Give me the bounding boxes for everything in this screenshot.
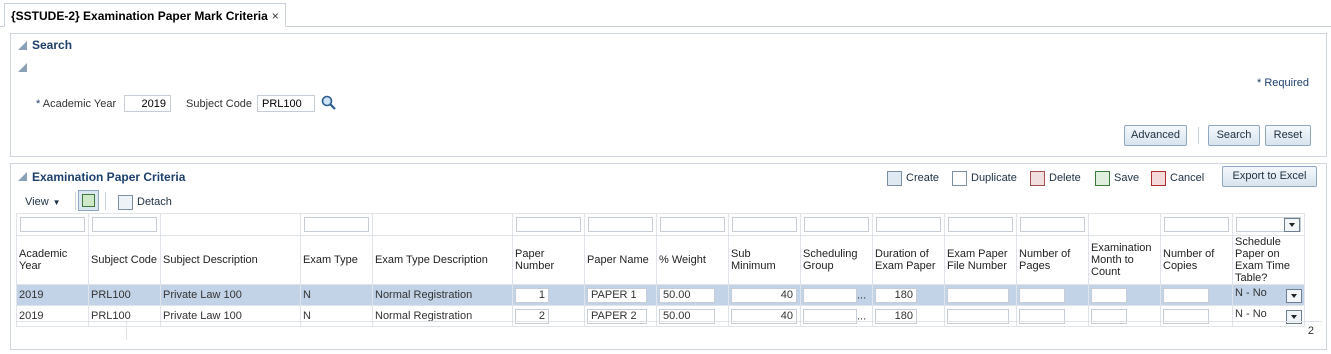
- column-header[interactable]: Academic Year: [16, 235, 89, 285]
- filter-icon: [82, 194, 95, 207]
- criteria-table: Academic Year Subject Code Subject Descr…: [16, 213, 1305, 327]
- filter-select[interactable]: [1236, 217, 1301, 232]
- paper-number-input[interactable]: 1: [515, 287, 549, 303]
- query-by-example-toggle[interactable]: [78, 190, 99, 211]
- save-icon: [1095, 170, 1110, 186]
- filter-input[interactable]: [660, 217, 725, 232]
- view-menu[interactable]: View ▼: [25, 193, 61, 211]
- filter-input[interactable]: [732, 217, 797, 232]
- column-header[interactable]: Schedule Paper on Exam Time Table?: [1232, 235, 1305, 285]
- file-number-input[interactable]: [947, 287, 1009, 303]
- chevron-down-icon: [1284, 218, 1300, 232]
- search-icon[interactable]: [321, 95, 336, 110]
- expand-icon[interactable]: [18, 63, 27, 72]
- button-divider: [1198, 127, 1199, 144]
- detach-icon: [118, 194, 133, 210]
- create-button[interactable]: Create: [887, 169, 939, 187]
- collapse-icon[interactable]: [18, 172, 27, 181]
- sub-minimum-input[interactable]: 40: [731, 287, 797, 303]
- required-note: * Required: [1257, 77, 1309, 89]
- search-panel: Search * Required * Academic Year 2019 S…: [10, 33, 1327, 157]
- column-header[interactable]: Subject Code: [88, 235, 161, 285]
- subject-code-input[interactable]: PRL100: [257, 95, 315, 112]
- column-header[interactable]: Subject Description: [160, 235, 301, 285]
- duration-input[interactable]: 180: [875, 287, 917, 303]
- duplicate-icon: [952, 170, 967, 186]
- collapse-icon[interactable]: [18, 41, 27, 50]
- grid-title: Examination Paper Criteria: [32, 170, 186, 184]
- academic-year-input[interactable]: 2019: [124, 95, 171, 112]
- column-header[interactable]: % Weight: [656, 235, 729, 285]
- duplicate-button[interactable]: Duplicate: [952, 169, 1017, 187]
- subject-description-cell: Private Law 100: [160, 284, 301, 306]
- column-header[interactable]: Scheduling Group: [800, 235, 873, 285]
- cancel-icon: [1151, 170, 1166, 186]
- delete-button[interactable]: Delete: [1030, 169, 1081, 187]
- month-to-count-input[interactable]: [1091, 287, 1127, 303]
- scheduling-group-lookup[interactable]: ...: [857, 289, 866, 301]
- chevron-down-icon[interactable]: [1286, 289, 1302, 303]
- advanced-button[interactable]: Advanced: [1124, 125, 1187, 146]
- table-footer: 2: [16, 321, 1322, 341]
- filter-input[interactable]: [948, 217, 1013, 232]
- detach-button[interactable]: Detach: [118, 193, 172, 211]
- filter-input[interactable]: [876, 217, 941, 232]
- column-header[interactable]: Exam Type: [300, 235, 373, 285]
- reset-button[interactable]: Reset: [1265, 125, 1311, 146]
- exam-type-cell: N: [300, 284, 373, 306]
- academic-year-cell: 2019: [16, 284, 89, 306]
- schedule-select[interactable]: N - No: [1235, 308, 1267, 320]
- grid-panel: Examination Paper Criteria Create Duplic…: [10, 163, 1327, 350]
- required-marker: *: [36, 98, 41, 110]
- filter-input[interactable]: [804, 217, 869, 232]
- create-icon: [887, 170, 902, 186]
- search-button[interactable]: Search: [1208, 125, 1260, 146]
- schedule-select[interactable]: N - No: [1235, 287, 1267, 299]
- filter-input[interactable]: [20, 217, 85, 232]
- column-header[interactable]: Examination Month to Count: [1088, 235, 1161, 285]
- search-title: Search: [32, 38, 73, 52]
- filter-row: [16, 213, 1305, 236]
- header-row: Academic Year Subject Code Subject Descr…: [16, 235, 1305, 285]
- filter-input[interactable]: [516, 217, 581, 232]
- scheduling-group-input[interactable]: [803, 287, 857, 303]
- column-header[interactable]: Exam Type Description: [372, 235, 513, 285]
- chevron-down-icon: ▼: [52, 197, 61, 207]
- save-button[interactable]: Save: [1095, 169, 1139, 187]
- pages-input[interactable]: [1019, 287, 1065, 303]
- table-row[interactable]: 2019 PRL100 Private Law 100 N Normal Reg…: [16, 284, 1305, 306]
- weight-input[interactable]: 50.00: [659, 287, 715, 303]
- row-count: 2: [1307, 325, 1314, 337]
- filter-input[interactable]: [588, 217, 653, 232]
- filter-input[interactable]: [92, 217, 157, 232]
- filter-input[interactable]: [1164, 217, 1229, 232]
- column-header[interactable]: Number of Pages: [1016, 235, 1089, 285]
- tab-exam-paper-mark-criteria[interactable]: {SSTUDE-2} Examination Paper Mark Criter…: [4, 3, 286, 27]
- close-icon[interactable]: ×: [272, 9, 279, 23]
- subject-code-label: Subject Code: [186, 98, 253, 110]
- tab-title: {SSTUDE-2} Examination Paper Mark Criter…: [11, 9, 268, 23]
- column-header[interactable]: Sub Minimum: [728, 235, 801, 285]
- filter-input[interactable]: [1020, 217, 1085, 232]
- copies-input[interactable]: [1163, 287, 1209, 303]
- exam-type-description-cell: Normal Registration: [372, 284, 513, 306]
- column-header[interactable]: Paper Name: [584, 235, 657, 285]
- export-to-excel-button[interactable]: Export to Excel: [1222, 166, 1317, 187]
- column-header[interactable]: Number of Copies: [1160, 235, 1233, 285]
- subject-code-cell: PRL100: [88, 284, 161, 306]
- column-header[interactable]: Paper Number: [512, 235, 585, 285]
- filter-input[interactable]: [304, 217, 369, 232]
- delete-icon: [1030, 170, 1045, 186]
- tab-bar: {SSTUDE-2} Examination Paper Mark Criter…: [0, 0, 1331, 27]
- cancel-button[interactable]: Cancel: [1151, 169, 1204, 187]
- academic-year-label: Academic Year: [42, 98, 117, 110]
- column-header[interactable]: Duration of Exam Paper: [872, 235, 945, 285]
- column-header[interactable]: Exam Paper File Number: [944, 235, 1017, 285]
- paper-name-input[interactable]: PAPER 1: [587, 287, 647, 303]
